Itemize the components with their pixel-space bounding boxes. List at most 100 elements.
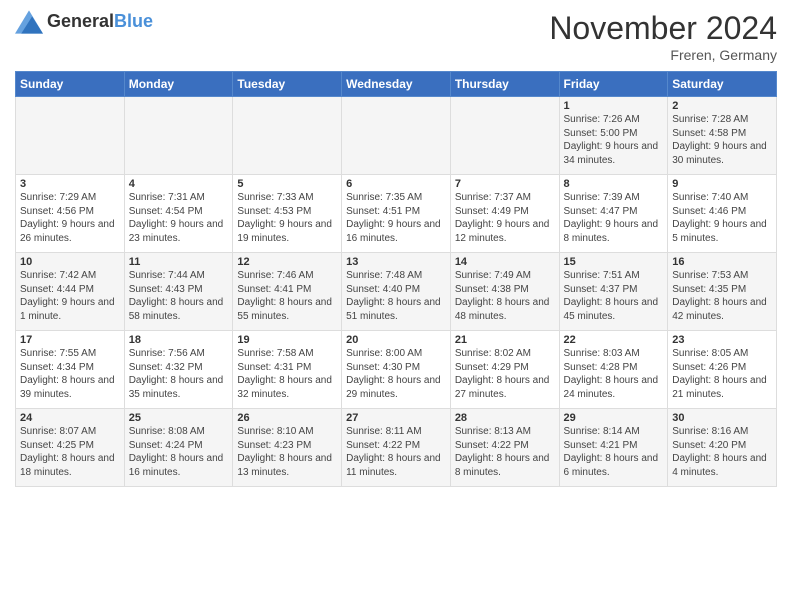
day-number: 11: [129, 256, 229, 268]
day-number: 3: [20, 178, 120, 190]
day-number: 20: [346, 334, 446, 346]
logo-text: GeneralBlue: [47, 12, 153, 32]
calendar-cell: 30Sunrise: 8:16 AM Sunset: 4:20 PM Dayli…: [668, 409, 777, 487]
calendar-body: 1Sunrise: 7:26 AM Sunset: 5:00 PM Daylig…: [16, 97, 777, 487]
calendar-cell: 22Sunrise: 8:03 AM Sunset: 4:28 PM Dayli…: [559, 331, 668, 409]
page-header: GeneralBlue November 2024 Freren, German…: [15, 10, 777, 63]
day-number: 17: [20, 334, 120, 346]
day-info: Sunrise: 7:40 AM Sunset: 4:46 PM Dayligh…: [672, 191, 772, 245]
calendar-cell: 25Sunrise: 8:08 AM Sunset: 4:24 PM Dayli…: [124, 409, 233, 487]
day-number: 6: [346, 178, 446, 190]
calendar-cell: 11Sunrise: 7:44 AM Sunset: 4:43 PM Dayli…: [124, 253, 233, 331]
calendar-week-2: 3Sunrise: 7:29 AM Sunset: 4:56 PM Daylig…: [16, 175, 777, 253]
day-info: Sunrise: 8:07 AM Sunset: 4:25 PM Dayligh…: [20, 425, 120, 479]
calendar-cell: [233, 97, 342, 175]
day-number: 8: [564, 178, 664, 190]
logo-general: General: [47, 11, 114, 31]
day-number: 19: [237, 334, 337, 346]
header-monday: Monday: [124, 72, 233, 97]
day-info: Sunrise: 8:05 AM Sunset: 4:26 PM Dayligh…: [672, 347, 772, 401]
header-friday: Friday: [559, 72, 668, 97]
calendar-cell: 5Sunrise: 7:33 AM Sunset: 4:53 PM Daylig…: [233, 175, 342, 253]
calendar-cell: 20Sunrise: 8:00 AM Sunset: 4:30 PM Dayli…: [342, 331, 451, 409]
calendar-cell: 3Sunrise: 7:29 AM Sunset: 4:56 PM Daylig…: [16, 175, 125, 253]
day-number: 25: [129, 412, 229, 424]
day-number: 12: [237, 256, 337, 268]
calendar-cell: [16, 97, 125, 175]
day-number: 16: [672, 256, 772, 268]
calendar-cell: 8Sunrise: 7:39 AM Sunset: 4:47 PM Daylig…: [559, 175, 668, 253]
day-number: 10: [20, 256, 120, 268]
day-number: 28: [455, 412, 555, 424]
calendar-cell: 2Sunrise: 7:28 AM Sunset: 4:58 PM Daylig…: [668, 97, 777, 175]
day-info: Sunrise: 7:26 AM Sunset: 5:00 PM Dayligh…: [564, 113, 664, 167]
day-number: 5: [237, 178, 337, 190]
calendar-cell: 28Sunrise: 8:13 AM Sunset: 4:22 PM Dayli…: [450, 409, 559, 487]
day-number: 21: [455, 334, 555, 346]
day-number: 15: [564, 256, 664, 268]
page-container: GeneralBlue November 2024 Freren, German…: [0, 0, 792, 492]
weekday-header-row: Sunday Monday Tuesday Wednesday Thursday…: [16, 72, 777, 97]
day-number: 13: [346, 256, 446, 268]
day-number: 26: [237, 412, 337, 424]
day-info: Sunrise: 7:31 AM Sunset: 4:54 PM Dayligh…: [129, 191, 229, 245]
day-number: 30: [672, 412, 772, 424]
day-number: 29: [564, 412, 664, 424]
day-info: Sunrise: 8:11 AM Sunset: 4:22 PM Dayligh…: [346, 425, 446, 479]
calendar-cell: [342, 97, 451, 175]
calendar-cell: 14Sunrise: 7:49 AM Sunset: 4:38 PM Dayli…: [450, 253, 559, 331]
calendar-cell: 4Sunrise: 7:31 AM Sunset: 4:54 PM Daylig…: [124, 175, 233, 253]
day-number: 18: [129, 334, 229, 346]
day-number: 7: [455, 178, 555, 190]
calendar-header: Sunday Monday Tuesday Wednesday Thursday…: [16, 72, 777, 97]
calendar-cell: 15Sunrise: 7:51 AM Sunset: 4:37 PM Dayli…: [559, 253, 668, 331]
logo-blue: Blue: [114, 11, 153, 31]
title-block: November 2024 Freren, Germany: [549, 10, 777, 63]
calendar-table: Sunday Monday Tuesday Wednesday Thursday…: [15, 71, 777, 487]
logo: GeneralBlue: [15, 10, 153, 34]
day-info: Sunrise: 7:46 AM Sunset: 4:41 PM Dayligh…: [237, 269, 337, 323]
day-number: 24: [20, 412, 120, 424]
month-title: November 2024: [549, 10, 777, 47]
day-info: Sunrise: 7:56 AM Sunset: 4:32 PM Dayligh…: [129, 347, 229, 401]
day-info: Sunrise: 7:33 AM Sunset: 4:53 PM Dayligh…: [237, 191, 337, 245]
calendar-week-4: 17Sunrise: 7:55 AM Sunset: 4:34 PM Dayli…: [16, 331, 777, 409]
calendar-week-5: 24Sunrise: 8:07 AM Sunset: 4:25 PM Dayli…: [16, 409, 777, 487]
logo-icon: [15, 10, 43, 34]
calendar-cell: 1Sunrise: 7:26 AM Sunset: 5:00 PM Daylig…: [559, 97, 668, 175]
day-number: 1: [564, 100, 664, 112]
day-info: Sunrise: 8:14 AM Sunset: 4:21 PM Dayligh…: [564, 425, 664, 479]
calendar-cell: [450, 97, 559, 175]
day-number: 27: [346, 412, 446, 424]
calendar-cell: 10Sunrise: 7:42 AM Sunset: 4:44 PM Dayli…: [16, 253, 125, 331]
day-info: Sunrise: 8:16 AM Sunset: 4:20 PM Dayligh…: [672, 425, 772, 479]
day-info: Sunrise: 7:28 AM Sunset: 4:58 PM Dayligh…: [672, 113, 772, 167]
calendar-cell: 27Sunrise: 8:11 AM Sunset: 4:22 PM Dayli…: [342, 409, 451, 487]
header-tuesday: Tuesday: [233, 72, 342, 97]
day-info: Sunrise: 8:00 AM Sunset: 4:30 PM Dayligh…: [346, 347, 446, 401]
day-info: Sunrise: 8:03 AM Sunset: 4:28 PM Dayligh…: [564, 347, 664, 401]
day-info: Sunrise: 8:02 AM Sunset: 4:29 PM Dayligh…: [455, 347, 555, 401]
day-info: Sunrise: 7:39 AM Sunset: 4:47 PM Dayligh…: [564, 191, 664, 245]
calendar-cell: 9Sunrise: 7:40 AM Sunset: 4:46 PM Daylig…: [668, 175, 777, 253]
day-info: Sunrise: 7:37 AM Sunset: 4:49 PM Dayligh…: [455, 191, 555, 245]
calendar-cell: 7Sunrise: 7:37 AM Sunset: 4:49 PM Daylig…: [450, 175, 559, 253]
header-sunday: Sunday: [16, 72, 125, 97]
calendar-cell: [124, 97, 233, 175]
calendar-cell: 13Sunrise: 7:48 AM Sunset: 4:40 PM Dayli…: [342, 253, 451, 331]
calendar-cell: 23Sunrise: 8:05 AM Sunset: 4:26 PM Dayli…: [668, 331, 777, 409]
day-info: Sunrise: 7:44 AM Sunset: 4:43 PM Dayligh…: [129, 269, 229, 323]
day-number: 23: [672, 334, 772, 346]
calendar-cell: 29Sunrise: 8:14 AM Sunset: 4:21 PM Dayli…: [559, 409, 668, 487]
day-info: Sunrise: 8:13 AM Sunset: 4:22 PM Dayligh…: [455, 425, 555, 479]
calendar-cell: 26Sunrise: 8:10 AM Sunset: 4:23 PM Dayli…: [233, 409, 342, 487]
calendar-cell: 24Sunrise: 8:07 AM Sunset: 4:25 PM Dayli…: [16, 409, 125, 487]
day-info: Sunrise: 7:53 AM Sunset: 4:35 PM Dayligh…: [672, 269, 772, 323]
calendar-cell: 19Sunrise: 7:58 AM Sunset: 4:31 PM Dayli…: [233, 331, 342, 409]
calendar-cell: 18Sunrise: 7:56 AM Sunset: 4:32 PM Dayli…: [124, 331, 233, 409]
calendar-cell: 17Sunrise: 7:55 AM Sunset: 4:34 PM Dayli…: [16, 331, 125, 409]
header-saturday: Saturday: [668, 72, 777, 97]
day-info: Sunrise: 7:35 AM Sunset: 4:51 PM Dayligh…: [346, 191, 446, 245]
day-info: Sunrise: 8:08 AM Sunset: 4:24 PM Dayligh…: [129, 425, 229, 479]
calendar-cell: 21Sunrise: 8:02 AM Sunset: 4:29 PM Dayli…: [450, 331, 559, 409]
